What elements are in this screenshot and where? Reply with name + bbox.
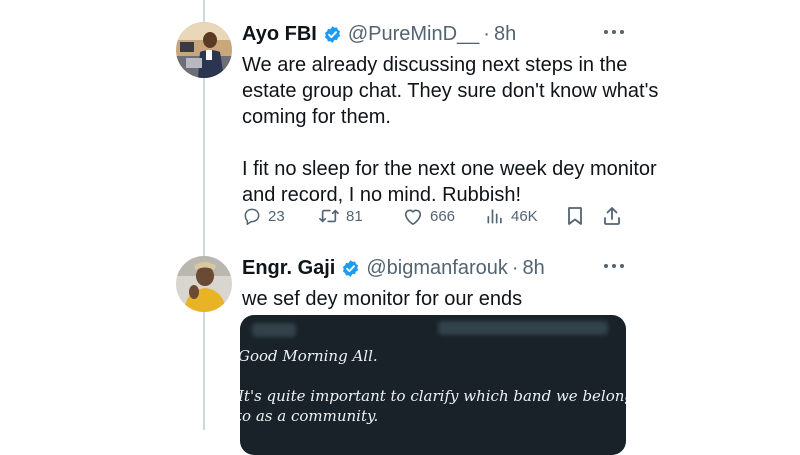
share-icon xyxy=(602,205,622,227)
tweet-header: Engr. Gaji @bigmanfarouk · 8h xyxy=(242,254,545,282)
timestamp[interactable]: 8h xyxy=(523,257,545,280)
tweet-actions: 23 81 666 46K xyxy=(242,204,632,228)
views-button[interactable]: 46K xyxy=(485,204,538,228)
retweet-count: 81 xyxy=(346,207,363,225)
bookmark-button[interactable] xyxy=(565,204,585,228)
tweet-text: we sef dey monitor for our ends xyxy=(242,286,662,312)
author-handle[interactable]: @bigmanfarouk xyxy=(366,257,507,280)
like-count: 666 xyxy=(430,207,456,225)
more-options-icon[interactable] xyxy=(604,30,626,36)
attached-image[interactable]: Good Morning All. It's quite important t… xyxy=(240,315,626,455)
tweet-paragraph: we sef dey monitor for our ends xyxy=(242,288,523,310)
tweet-header: Ayo FBI @PureMinD__ · 8h xyxy=(242,20,516,48)
retweet-icon xyxy=(318,206,340,226)
retweet-button[interactable]: 81 xyxy=(318,204,363,228)
tweet-paragraph: We are already discussing next steps in … xyxy=(242,54,659,128)
heart-icon xyxy=(402,206,424,226)
timestamp[interactable]: 8h xyxy=(494,23,516,46)
avatar[interactable] xyxy=(176,256,232,312)
bookmark-icon xyxy=(565,205,585,227)
tweet-text: We are already discussing next steps in … xyxy=(242,52,662,208)
reply-icon xyxy=(242,206,262,226)
tweet-paragraph: I fit no sleep for the next one week dey… xyxy=(242,158,657,206)
image-text-line: to as a community. xyxy=(240,407,379,425)
verified-badge-icon xyxy=(323,25,342,44)
more-options-icon[interactable] xyxy=(604,264,626,270)
blurred-region xyxy=(438,321,608,335)
image-text-line: Good Morning All. xyxy=(240,347,378,365)
author-name[interactable]: Ayo FBI xyxy=(242,23,317,46)
reply-button[interactable]: 23 xyxy=(242,204,285,228)
verified-badge-icon xyxy=(341,259,360,278)
views-chart-icon xyxy=(485,206,505,226)
share-button[interactable] xyxy=(602,204,622,228)
views-count: 46K xyxy=(511,207,538,225)
author-name[interactable]: Engr. Gaji xyxy=(242,257,335,280)
like-button[interactable]: 666 xyxy=(402,204,455,228)
separator-dot: · xyxy=(483,22,490,45)
image-text-line: It's quite important to clarify which ba… xyxy=(240,387,626,405)
blurred-region xyxy=(252,323,296,337)
reply-count: 23 xyxy=(268,207,285,225)
avatar[interactable] xyxy=(176,22,232,78)
author-handle[interactable]: @PureMinD__ xyxy=(348,23,479,46)
separator-dot: · xyxy=(511,256,519,279)
